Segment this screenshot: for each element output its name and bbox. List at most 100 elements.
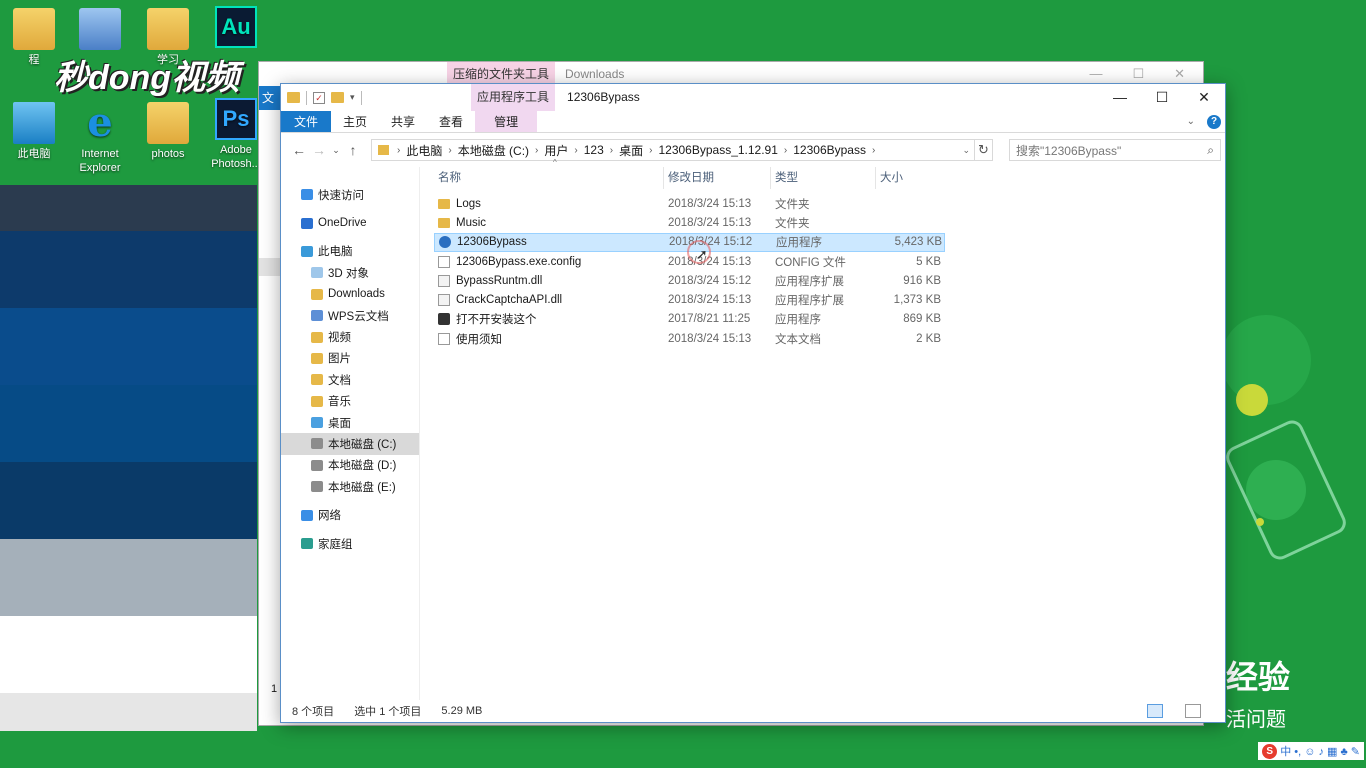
item-count: 8 个项目 xyxy=(292,706,335,718)
search-icon[interactable]: ⌕ xyxy=(1207,143,1220,158)
breadcrumb-123[interactable]: 123 xyxy=(580,143,608,157)
background-band xyxy=(0,185,257,231)
nav-item-label: 快速访问 xyxy=(318,189,364,202)
ime-toolbar[interactable]: S 中 •, ☺ ♪ ▦ ♣ ✎ xyxy=(1258,742,1364,760)
address-dropdown-icon[interactable]: ⌄ xyxy=(962,145,974,156)
large-icons-view-icon[interactable] xyxy=(1185,704,1201,718)
nav-item[interactable]: 网络 xyxy=(281,504,419,525)
forward-arrow-icon[interactable]: → xyxy=(309,142,329,158)
nav-item[interactable]: 图片 xyxy=(281,348,419,369)
nav-item-label: 本地磁盘 (C:) xyxy=(328,438,397,451)
maximize-icon[interactable]: ☐ xyxy=(1132,66,1144,82)
desktop-icon-internet-explorer[interactable]: e Internet Explorer xyxy=(68,102,132,175)
nav-item[interactable]: OneDrive xyxy=(281,212,419,233)
file-name-cell: 使用须知 xyxy=(434,331,664,347)
desktop-icon-photos[interactable]: photos xyxy=(136,102,200,161)
up-arrow-icon[interactable]: ↑ xyxy=(343,142,363,158)
breadcrumb-separator-icon[interactable]: › xyxy=(782,145,789,156)
nav-item[interactable]: 本地磁盘 (C:) xyxy=(281,433,419,455)
column-date-modified[interactable]: 修改日期 xyxy=(664,167,771,189)
close-icon[interactable]: ✕ xyxy=(1174,66,1185,82)
minimize-icon[interactable]: — xyxy=(1089,66,1102,82)
ime-tool-icons[interactable]: •, ☺ ♪ ▦ ♣ ✎ xyxy=(1294,745,1360,758)
breadcrumb-separator-icon[interactable]: › xyxy=(395,145,402,156)
folder-icon xyxy=(438,217,450,228)
file-name-cell: BypassRuntm.dll xyxy=(434,274,664,287)
nav-item[interactable]: 此电脑 xyxy=(281,241,419,262)
file-row[interactable]: CrackCaptchaAPI.dll 2018/3/24 15:13 应用程序扩展… xyxy=(434,290,945,309)
application-tools-tab[interactable]: 应用程序工具 xyxy=(471,84,556,111)
nav-item[interactable]: 家庭组 xyxy=(281,533,419,554)
expand-ribbon-icon[interactable]: ⌄ xyxy=(1187,116,1195,127)
breadcrumb-separator-icon[interactable]: › xyxy=(870,145,877,156)
book-icon xyxy=(79,8,121,50)
nav-item[interactable]: 桌面 xyxy=(281,412,419,433)
minimize-button[interactable]: — xyxy=(1099,84,1141,111)
breadcrumb-separator-icon[interactable]: › xyxy=(533,145,540,156)
nav-item[interactable]: 3D 对象 xyxy=(281,262,419,283)
column-type[interactable]: 类型 xyxy=(771,167,876,189)
breadcrumb-separator-icon[interactable]: › xyxy=(647,145,654,156)
file-name-cell: 12306Bypass.exe.config xyxy=(434,255,664,268)
desktop-icon-audition[interactable]: Au xyxy=(204,6,268,51)
tab-share[interactable]: 共享 xyxy=(379,111,427,132)
nav-item[interactable]: WPS云文档 xyxy=(281,305,419,326)
nav-item[interactable]: 音乐 xyxy=(281,391,419,412)
close-button[interactable]: ✕ xyxy=(1183,84,1225,111)
nav-item[interactable]: 本地磁盘 (E:) xyxy=(281,476,419,497)
file-row[interactable]: 打不开安装这个 2017/8/21 11:25 应用程序 869 KB xyxy=(434,310,945,329)
folder-icon xyxy=(378,145,389,155)
nav-item[interactable]: 文档 xyxy=(281,369,419,390)
breadcrumb-drive-c[interactable]: 本地磁盘 (C:) xyxy=(454,142,533,159)
documents-folder-icon xyxy=(311,374,323,386)
breadcrumb-separator-icon[interactable]: › xyxy=(608,145,615,156)
nav-item[interactable]: 快速访问 xyxy=(281,184,419,205)
sogou-ime-icon[interactable]: S xyxy=(1262,743,1278,759)
address-bar[interactable]: › 此电脑 › 本地磁盘 (C:) › 用户 › 123 › 桌面 › 1230… xyxy=(371,139,975,161)
breadcrumb-12306bypass-version[interactable]: 12306Bypass_1.12.91 xyxy=(654,143,781,157)
breadcrumb-desktop[interactable]: 桌面 xyxy=(615,142,647,159)
properties-icon[interactable]: ✓ xyxy=(313,91,325,104)
file-name: Logs xyxy=(456,197,481,210)
mouse-pointer-icon: ➚ xyxy=(696,246,708,262)
tab-file[interactable]: 文件 xyxy=(281,111,332,132)
desktop-icon-book[interactable] xyxy=(68,8,132,53)
nav-item[interactable]: 视频 xyxy=(281,326,419,347)
search-input[interactable]: 搜索"12306Bypass" ⌕ xyxy=(1009,139,1221,161)
maximize-button[interactable]: ☐ xyxy=(1141,84,1183,111)
file-row[interactable]: BypassRuntm.dll 2018/3/24 15:12 应用程序扩展 916 … xyxy=(434,271,945,290)
new-folder-icon[interactable] xyxy=(331,92,344,103)
column-size[interactable]: 大小 xyxy=(876,167,944,189)
tab-home[interactable]: 主页 xyxy=(331,111,379,132)
customize-toolbar-icon[interactable]: ▾ xyxy=(350,92,355,103)
help-icon[interactable]: ? xyxy=(1207,114,1221,129)
file-name-cell: 12306Bypass xyxy=(435,236,665,249)
breadcrumb-users[interactable]: 用户 xyxy=(540,142,572,159)
nav-item[interactable]: Downloads xyxy=(281,284,419,305)
photoshop-icon: Ps xyxy=(215,98,257,140)
ime-language[interactable]: 中 xyxy=(1280,743,1291,759)
nav-item-label: OneDrive xyxy=(318,217,367,230)
refresh-icon[interactable]: ↻ xyxy=(975,139,993,161)
details-view-icon[interactable] xyxy=(1147,704,1163,718)
tab-manage[interactable]: 管理 xyxy=(475,111,538,132)
desktop-icon-this-pc[interactable]: 此电脑 xyxy=(2,102,66,161)
column-name[interactable]: 名称 xyxy=(434,167,664,189)
breadcrumb-separator-icon[interactable]: › xyxy=(572,145,579,156)
nav-item-label: 3D 对象 xyxy=(328,267,369,280)
title-bar: ✓ ▾ 应用程序工具 12306Bypass — ☐ ✕ xyxy=(281,84,1225,111)
nav-item[interactable]: 本地磁盘 (D:) xyxy=(281,455,419,476)
file-row[interactable]: Music 2018/3/24 15:13 文件夹 xyxy=(434,213,945,232)
file-row[interactable]: Logs 2018/3/24 15:13 文件夹 xyxy=(434,194,945,213)
file-tab-partial[interactable]: 文 xyxy=(259,86,281,110)
breadcrumb-separator-icon[interactable]: › xyxy=(446,145,453,156)
nav-item-label: 图片 xyxy=(328,353,351,366)
explorer-window-12306bypass[interactable]: ✓ ▾ 应用程序工具 12306Bypass — ☐ ✕ 文件 主页 共享 查看… xyxy=(280,83,1226,723)
breadcrumb-12306bypass[interactable]: 12306Bypass xyxy=(789,143,870,157)
breadcrumb-this-pc[interactable]: 此电脑 xyxy=(402,142,446,159)
recent-locations-icon[interactable]: ⌄ xyxy=(329,145,343,156)
tab-view[interactable]: 查看 xyxy=(427,111,475,132)
back-arrow-icon[interactable]: ← xyxy=(289,142,309,158)
file-row[interactable]: 使用须知 2018/3/24 15:13 文本文档 2 KB xyxy=(434,329,945,348)
file-date: 2018/3/24 15:13 xyxy=(668,197,752,210)
